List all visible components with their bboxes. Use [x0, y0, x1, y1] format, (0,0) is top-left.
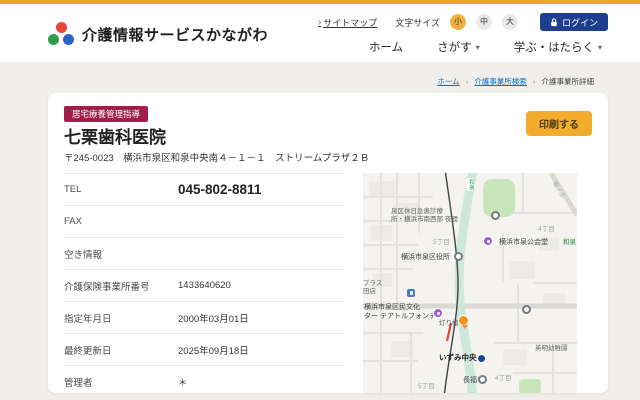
train-station-icon[interactable] — [407, 289, 415, 297]
breadcrumb-home[interactable]: ホーム — [437, 77, 459, 86]
breadcrumb-separator: › — [466, 77, 469, 86]
map-label-kindergarten: 英明幼稚園 — [535, 345, 568, 353]
facility-map[interactable]: 和泉 泉区休日急患診療所・横浜市南西部 夜間 5丁目 4丁目 横浜市泉公会堂 和… — [363, 173, 577, 393]
logo-icon — [48, 21, 74, 47]
chevron-right-icon: › — [318, 17, 321, 27]
login-button[interactable]: ログイン — [540, 13, 608, 31]
facility-name: 七栗歯科医院 — [64, 123, 166, 148]
chevron-down-icon: ▾ — [598, 43, 602, 52]
temple-poi-icon[interactable] — [478, 375, 487, 384]
font-size-medium-button[interactable]: 中 — [476, 14, 492, 30]
nav-learn[interactable]: 学ぶ・はたらく▾ — [514, 39, 602, 55]
sitemap-label: サイトマップ — [323, 16, 377, 29]
print-button[interactable]: 印刷する — [526, 111, 592, 136]
main-content: ホーム › 介護事業所検索 › 介護事業所詳細 居宅療養管理指導 印刷する 七栗… — [0, 76, 640, 393]
table-row-office-number: 介護保険事業所番号 1433640620 — [64, 269, 344, 301]
landmark-poi-icon[interactable] — [522, 305, 531, 314]
chevron-down-icon: ▾ — [476, 43, 480, 52]
breadcrumb-current: 介護事業所詳細 — [542, 77, 595, 86]
table-row-fax: FAX — [64, 205, 344, 237]
ward-office-poi-icon[interactable] — [454, 252, 463, 261]
site-logo[interactable]: 介護情報サービスかながわ — [48, 6, 268, 62]
font-size-large-button[interactable]: 大 — [502, 14, 518, 30]
map-label-culture-center: 横浜市泉区民文化ター テアトルフォンテ — [364, 304, 436, 322]
map-label-ward-office: 横浜市泉区役所 — [401, 254, 450, 263]
site-header: 介護情報サービスかながわ ›サイトマップ 文字サイズ 小 中 大 ログイン ホー… — [0, 4, 640, 62]
public-hall-poi-icon[interactable] — [483, 236, 493, 246]
breadcrumb-separator: › — [533, 77, 536, 86]
map-label-bridge: 灯り橋 — [439, 320, 459, 328]
map-label-district5-top: 5丁目 — [433, 239, 450, 247]
map-label-station: いずみ中央 — [439, 353, 477, 362]
orange-pin-icon[interactable] — [458, 315, 469, 326]
table-row-designated-date: 指定年月日 2000年03月01日 — [64, 301, 344, 333]
map-label-clinic: 泉区休日急患診療所・横浜市南西部 夜間 — [391, 208, 458, 224]
font-size-label: 文字サイズ — [395, 16, 440, 29]
breadcrumb: ホーム › 介護事業所検索 › 介護事業所詳細 — [48, 76, 608, 87]
nav-search[interactable]: さがす▾ — [437, 39, 480, 55]
izumi-chuo-station-icon[interactable] — [477, 354, 486, 363]
sitemap-link[interactable]: ›サイトマップ — [318, 16, 377, 29]
breadcrumb-search[interactable]: 介護事業所検索 — [474, 77, 527, 86]
font-size-small-button[interactable]: 小 — [450, 14, 466, 30]
facility-address: 〒245-0023 横浜市泉区和泉中央南４－１－１ ストリームプラザ２Ｂ — [64, 150, 369, 164]
service-type-badge: 居宅療養管理指導 — [64, 106, 148, 122]
facility-info-table: TEL 045-802-8811 FAX 空き情報 介護保険事業所番号 1433… — [64, 173, 344, 393]
table-row-manager: 管理者 ＊ — [64, 365, 344, 393]
lock-icon — [550, 18, 558, 27]
nav-home[interactable]: ホーム — [369, 39, 403, 55]
main-nav: ホーム さがす▾ 学ぶ・はたらく▾ — [369, 39, 602, 55]
table-row-tel: TEL 045-802-8811 — [64, 173, 344, 205]
table-row-last-updated: 最終更新日 2025年09月18日 — [64, 333, 344, 365]
river-name-label: 和泉 — [466, 178, 475, 191]
hospital-poi-icon[interactable] — [491, 211, 500, 220]
facility-detail-card: 居宅療養管理指導 印刷する 七栗歯科医院 〒245-0023 横浜市泉区和泉中央… — [48, 93, 608, 393]
map-label-public-hall: 横浜市泉公会堂 — [499, 239, 548, 248]
map-label-district4-top: 4丁目 — [538, 226, 555, 234]
site-title: 介護情報サービスかながわ — [82, 24, 268, 45]
login-label: ログイン — [562, 16, 598, 29]
table-row-availability: 空き情報 — [64, 237, 344, 269]
culture-center-poi-icon[interactable] — [433, 308, 443, 318]
map-label-izumi-green: 和泉 — [563, 239, 576, 247]
map-label-district5-bottom: 5丁目 — [418, 383, 435, 391]
map-label-store: プラス田店 — [363, 280, 382, 296]
map-label-district4-bottom: 4丁目 — [495, 375, 512, 383]
